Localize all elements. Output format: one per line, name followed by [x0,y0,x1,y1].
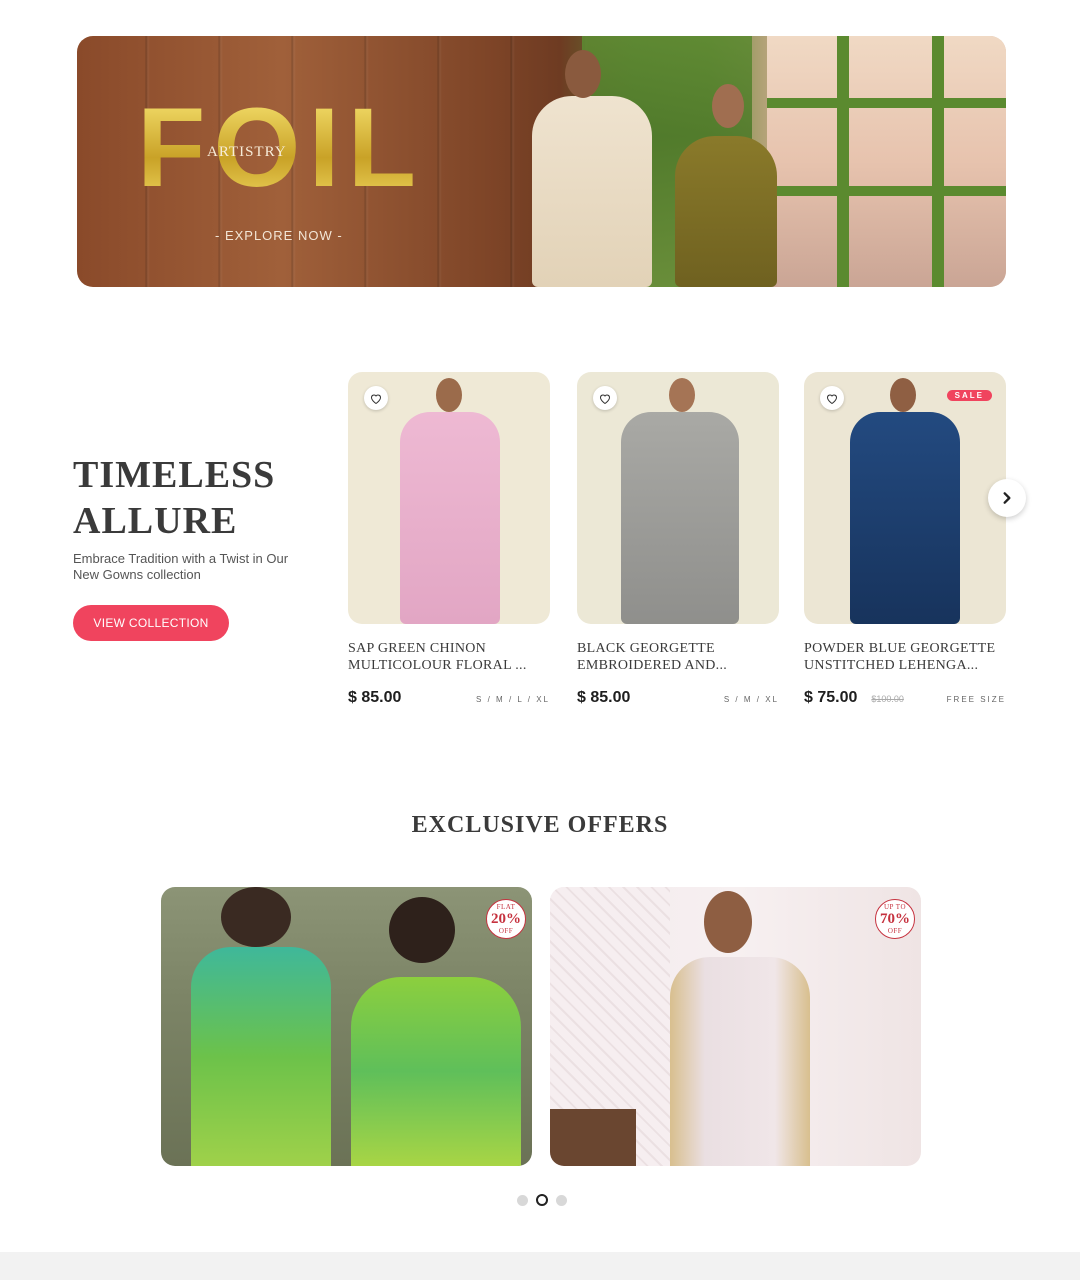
product-price: $ 75.00 [804,689,858,706]
product-card[interactable]: SAP GREEN CHINON MULTICOLOUR FLORAL ... … [348,372,551,707]
product-old-price: $100.00 [871,694,904,704]
explore-now-link[interactable]: - EXPLORE NOW - [215,228,343,243]
product-name[interactable]: SAP GREEN CHINON MULTICOLOUR FLORAL ... [348,640,551,674]
product-sizes: FREE SIZE [946,695,1006,704]
product-image[interactable] [348,372,550,624]
product-price: $ 85.00 [577,689,631,706]
hero-model-right [675,136,777,287]
offer-model [670,957,810,1166]
view-collection-button[interactable]: VIEW COLLECTION [73,605,229,641]
offer-banner-womens[interactable]: FLAT 20% OFF [161,887,532,1166]
chevron-right-icon [1003,492,1011,504]
carousel-next-button[interactable] [988,479,1026,517]
wishlist-heart-icon[interactable] [364,386,388,410]
offer-model-left [191,947,331,1166]
offer-model-right [351,977,521,1166]
carousel-dots [517,1194,567,1206]
product-sizes: S / M / L / XL [476,695,550,704]
product-card[interactable]: BLACK GEORGETTE EMBROIDERED AND... $ 85.… [577,372,780,707]
product-sizes: S / M / XL [723,695,779,704]
product-price: $ 85.00 [348,689,402,706]
product-image[interactable] [577,372,779,624]
wishlist-heart-icon[interactable] [593,386,617,410]
hero-logo: FOIL ARTISTRY [137,92,427,208]
wishlist-heart-icon[interactable] [820,386,844,410]
offers-title: EXCLUSIVE OFFERS [411,812,669,838]
footer-strip [0,1252,1080,1280]
hero-subtitle: ARTISTRY [207,144,287,160]
product-name[interactable]: BLACK GEORGETTE EMBROIDERED AND... [577,640,780,674]
discount-badge: FLAT 20% OFF [486,899,526,939]
hero-banner[interactable]: FOIL ARTISTRY - EXPLORE NOW - [77,36,1006,287]
carousel-dot-1[interactable] [517,1194,528,1206]
collection-subtitle: Embrace Tradition with a Twist in Our Ne… [73,551,289,582]
offer-banner-mens[interactable]: UP TO 70% OFF [550,887,921,1166]
product-name[interactable]: POWDER BLUE GEORGETTE UNSTITCHED LEHENGA… [804,640,1007,674]
discount-badge: UP TO 70% OFF [875,899,915,939]
carousel-dot-2[interactable] [536,1194,548,1206]
hero-model-left [532,96,652,287]
hero-window [767,36,1006,287]
sale-badge: SALE [946,390,992,401]
product-card[interactable]: SALE POWDER BLUE GEORGETTE UNSTITCHED LE… [804,372,1007,707]
collection-title: TIMELESS ALLURE [73,454,276,542]
product-image[interactable]: SALE [804,372,1006,624]
carousel-dot-3[interactable] [556,1194,567,1206]
